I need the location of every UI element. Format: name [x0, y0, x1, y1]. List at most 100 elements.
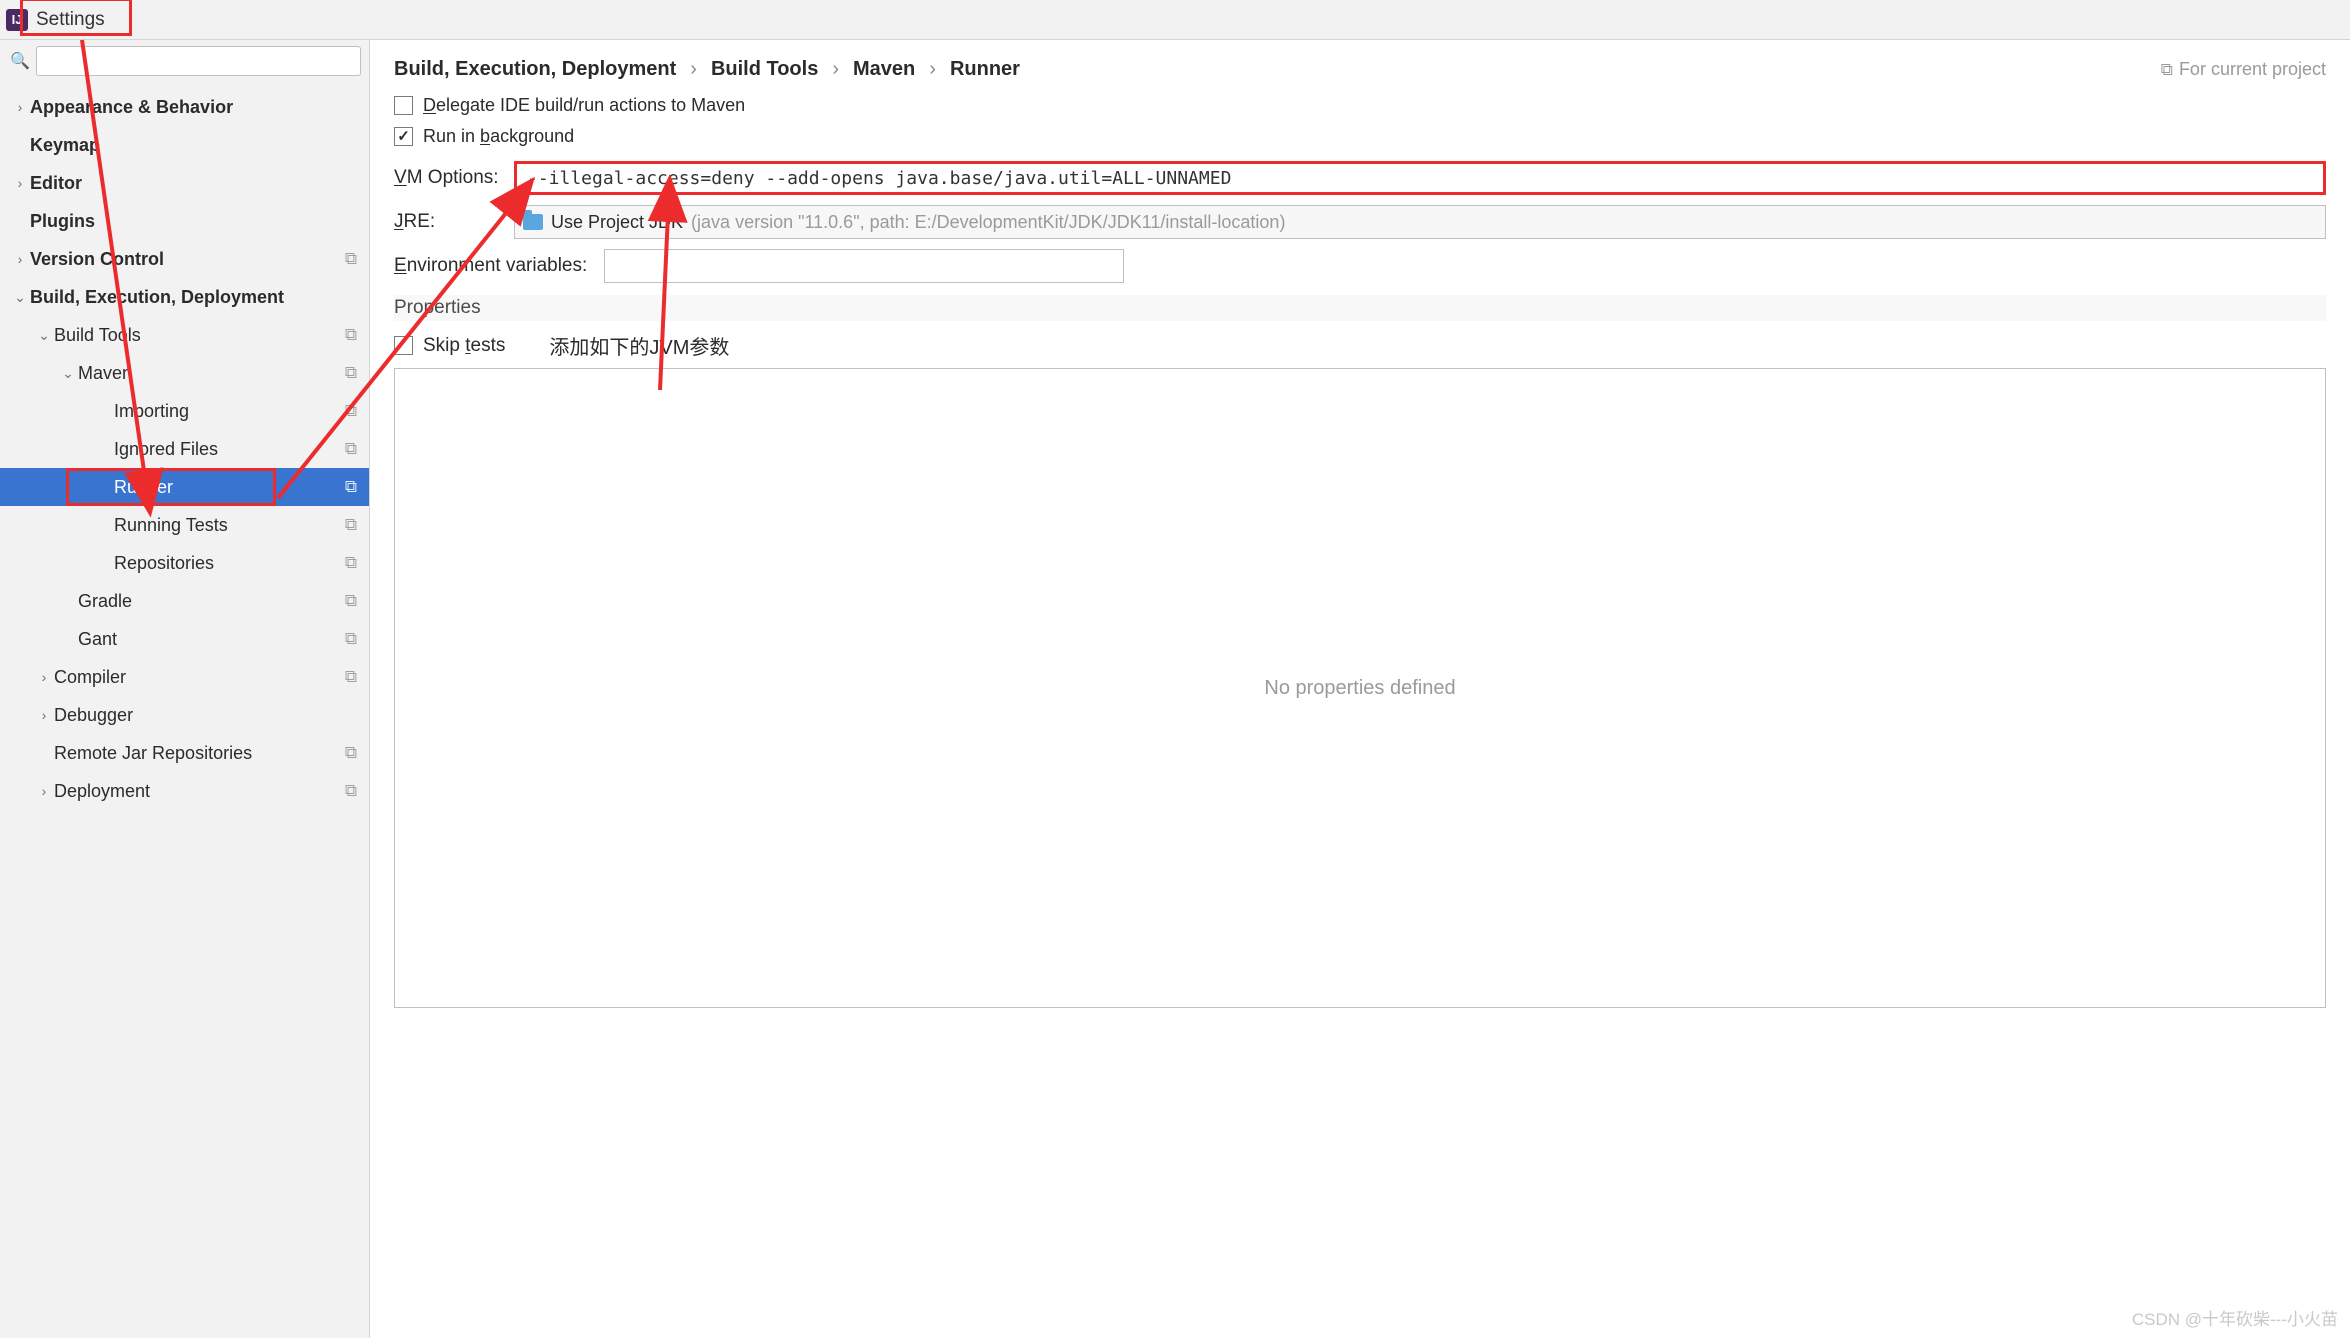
app-icon: IJ	[6, 9, 28, 31]
tree-item-label: Version Control	[30, 249, 341, 270]
tree-item-gradle[interactable]: Gradle⧉	[0, 582, 369, 620]
chevron-icon: ›	[10, 99, 30, 115]
tree-item-editor[interactable]: ›Editor	[0, 164, 369, 202]
project-scope-icon: ⧉	[341, 249, 361, 269]
tree-item-repositories[interactable]: Repositories⧉	[0, 544, 369, 582]
tree-item-remote-jar-repositories[interactable]: Remote Jar Repositories⧉	[0, 734, 369, 772]
project-scope-icon: ⧉	[341, 325, 361, 345]
tree-item-keymap[interactable]: Keymap	[0, 126, 369, 164]
project-scope-icon: ⧉	[341, 515, 361, 535]
properties-section-title: Properties	[394, 295, 2326, 321]
breadcrumb-item: Runner	[950, 58, 1020, 81]
jre-label: JRE:	[394, 211, 514, 233]
jre-detail: (java version "11.0.6", path: E:/Develop…	[691, 212, 1285, 233]
tree-item-ignored-files[interactable]: Ignored Files⧉	[0, 430, 369, 468]
breadcrumb-item[interactable]: Maven	[853, 58, 915, 81]
tree-item-label: Maven	[78, 363, 341, 384]
breadcrumb: Build, Execution, Deployment › Build Too…	[394, 58, 1020, 81]
folder-icon	[523, 214, 543, 230]
breadcrumb-item[interactable]: Build, Execution, Deployment	[394, 58, 676, 81]
tree-item-version-control[interactable]: ›Version Control⧉	[0, 240, 369, 278]
skip-tests-label: Skip tests	[423, 335, 505, 357]
window-titlebar: IJ Settings	[0, 0, 2350, 40]
project-scope-icon: ⧉	[341, 667, 361, 687]
tree-item-compiler[interactable]: ›Compiler⧉	[0, 658, 369, 696]
tree-item-deployment[interactable]: ›Deployment⧉	[0, 772, 369, 810]
tree-item-debugger[interactable]: ›Debugger	[0, 696, 369, 734]
project-scope-icon: ⧉	[341, 363, 361, 383]
run-background-checkbox[interactable]	[394, 127, 413, 146]
vm-options-label: VM Options:	[394, 167, 514, 189]
delegate-label: Delegate IDE build/run actions to Maven	[423, 95, 745, 116]
tree-item-label: Appearance & Behavior	[30, 97, 361, 118]
project-scope-icon: ⧉	[341, 781, 361, 801]
breadcrumb-item[interactable]: Build Tools	[711, 58, 818, 81]
tree-item-label: Running Tests	[114, 515, 341, 536]
settings-sidebar: 🔍 ›Appearance & BehaviorKeymap›EditorPlu…	[0, 40, 370, 1338]
tree-item-plugins[interactable]: Plugins	[0, 202, 369, 240]
window-title: Settings	[36, 9, 105, 31]
no-properties-placeholder: No properties defined	[1264, 677, 1455, 700]
project-scope-icon: ⧉	[341, 477, 361, 497]
project-scope-icon: ⧉	[341, 401, 361, 421]
tree-item-importing[interactable]: Importing⧉	[0, 392, 369, 430]
chevron-icon: ›	[34, 707, 54, 723]
project-scope-icon: ⧉	[341, 553, 361, 573]
sidebar-search-row: 🔍	[0, 40, 369, 82]
sidebar-search-input[interactable]	[36, 46, 361, 76]
run-background-label: Run in background	[423, 126, 574, 147]
tree-item-label: Build, Execution, Deployment	[30, 287, 361, 308]
tree-item-appearance-behavior[interactable]: ›Appearance & Behavior	[0, 88, 369, 126]
tree-item-label: Ignored Files	[114, 439, 341, 460]
search-icon: 🔍	[4, 51, 36, 71]
tree-item-label: Gradle	[78, 591, 341, 612]
properties-table[interactable]: No properties defined	[394, 368, 2326, 1008]
chevron-icon: ⌄	[34, 327, 54, 344]
project-scope-icon: ⧉	[341, 591, 361, 611]
chevron-icon: ›	[10, 175, 30, 191]
chevron-right-icon: ›	[690, 58, 697, 81]
env-vars-label: Environment variables:	[394, 255, 604, 277]
chevron-icon: ⌄	[10, 289, 30, 306]
tree-item-label: Plugins	[30, 211, 361, 232]
chevron-right-icon: ›	[832, 58, 839, 81]
tree-item-runner[interactable]: Runner⧉	[0, 468, 369, 506]
delegate-checkbox[interactable]	[394, 96, 413, 115]
copy-icon: ⧉	[2161, 60, 2173, 80]
project-scope-icon: ⧉	[341, 629, 361, 649]
tree-item-label: Runner	[114, 477, 341, 498]
chevron-icon: ⌄	[58, 365, 78, 382]
tree-item-label: Importing	[114, 401, 341, 422]
tree-item-label: Keymap	[30, 135, 361, 156]
project-scope-icon: ⧉	[341, 743, 361, 763]
settings-tree[interactable]: ›Appearance & BehaviorKeymap›EditorPlugi…	[0, 82, 369, 1338]
jre-selected-value: Use Project JDK	[551, 212, 683, 233]
chevron-icon: ›	[34, 669, 54, 685]
jre-dropdown[interactable]: Use Project JDK (java version "11.0.6", …	[514, 205, 2326, 239]
csdn-watermark: CSDN @十年砍柴---小火苗	[2132, 1305, 2338, 1330]
tree-item-build-tools[interactable]: ⌄Build Tools⧉	[0, 316, 369, 354]
run-background-checkbox-row[interactable]: Run in background	[394, 126, 2326, 147]
tree-item-label: Compiler	[54, 667, 341, 688]
tree-item-gant[interactable]: Gant⧉	[0, 620, 369, 658]
skip-tests-checkbox[interactable]	[394, 336, 413, 355]
vm-options-input[interactable]	[514, 161, 2326, 195]
settings-content: Build, Execution, Deployment › Build Too…	[370, 40, 2350, 1338]
project-scope-icon: ⧉	[341, 439, 361, 459]
tree-item-build-execution-deployment[interactable]: ⌄Build, Execution, Deployment	[0, 278, 369, 316]
tree-item-running-tests[interactable]: Running Tests⧉	[0, 506, 369, 544]
env-vars-input[interactable]	[604, 249, 1124, 283]
delegate-checkbox-row[interactable]: Delegate IDE build/run actions to Maven	[394, 95, 2326, 116]
tree-item-label: Gant	[78, 629, 341, 650]
tree-item-label: Deployment	[54, 781, 341, 802]
tree-item-label: Remote Jar Repositories	[54, 743, 341, 764]
chevron-icon: ›	[34, 783, 54, 799]
tree-item-label: Debugger	[54, 705, 361, 726]
tree-item-maven[interactable]: ⌄Maven⧉	[0, 354, 369, 392]
tree-item-label: Editor	[30, 173, 361, 194]
chevron-icon: ›	[10, 251, 30, 267]
tree-item-label: Repositories	[114, 553, 341, 574]
annotation-text: 添加如下的JVM参数	[549, 331, 729, 360]
for-current-project-label: ⧉ For current project	[2161, 59, 2326, 80]
chevron-right-icon: ›	[929, 58, 936, 81]
